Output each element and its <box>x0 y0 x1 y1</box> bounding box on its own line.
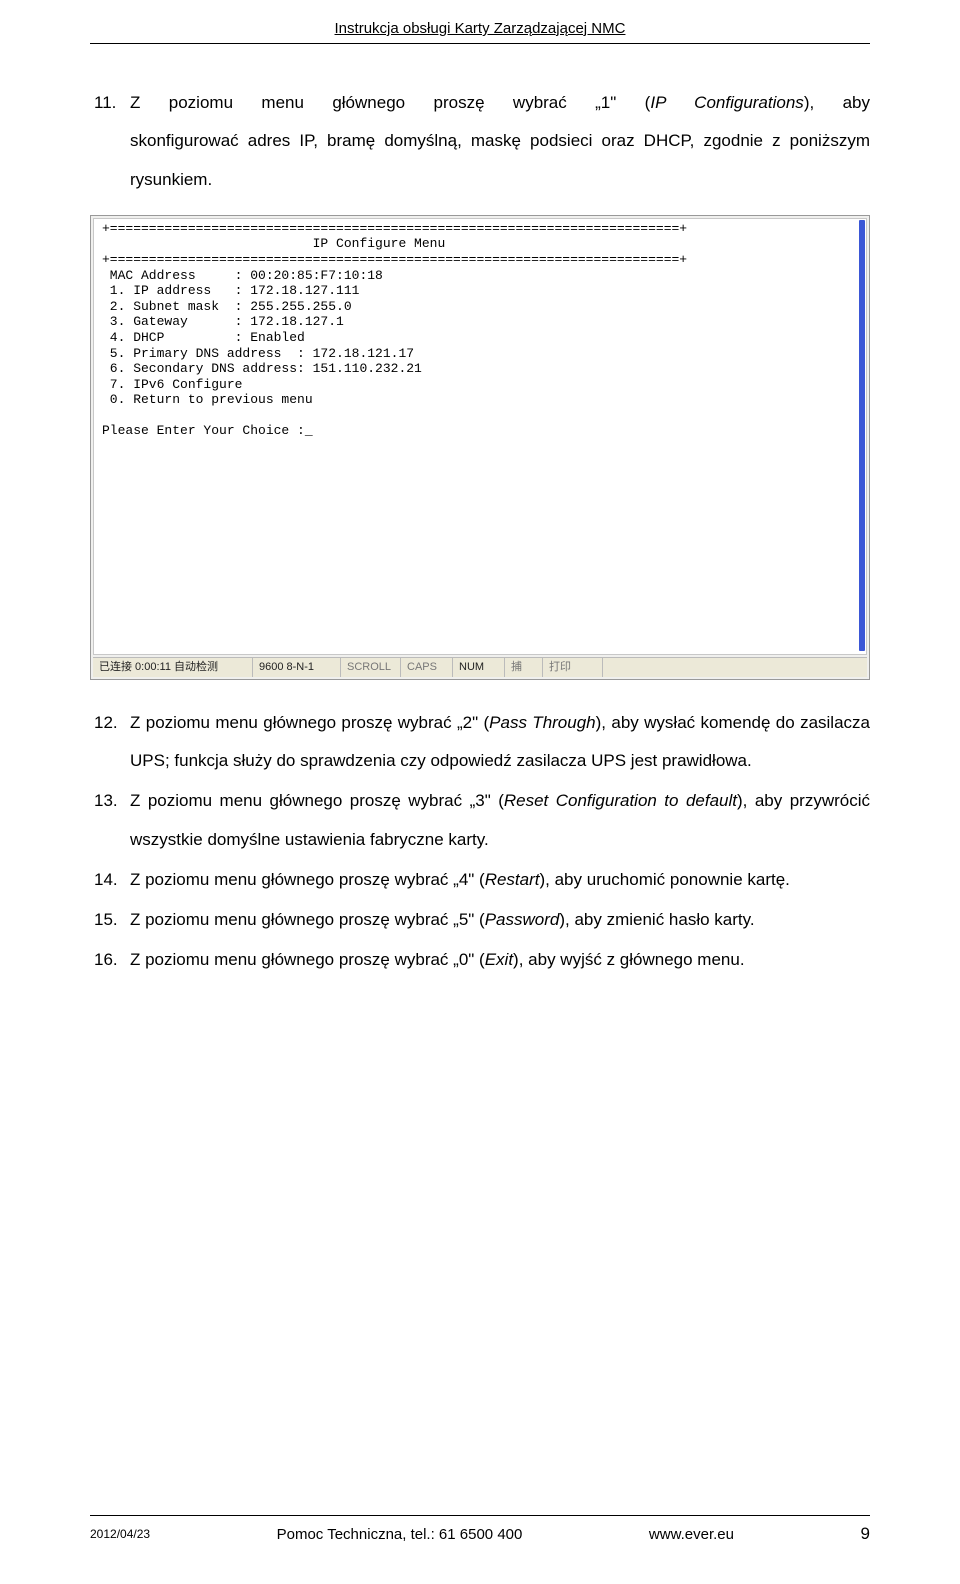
term-line: 2. Subnet mask : 255.255.255.0 <box>102 299 352 314</box>
list-text: Z poziomu menu głównego proszę wybrać „2… <box>130 704 870 781</box>
footer-date: 2012/04/23 <box>90 1527 150 1541</box>
italic-term: Restart <box>485 870 540 889</box>
term-line: IP Configure Menu <box>102 236 445 251</box>
list-text: Z poziomu menu głównego proszę wybrać „4… <box>130 861 870 899</box>
list-number: 15. <box>90 901 130 939</box>
content-body: 11. Z poziomu menu głównego proszę wybra… <box>90 44 870 980</box>
text-part: ), aby <box>804 93 870 112</box>
text-part: ), aby wyjść z głównego menu. <box>513 950 745 969</box>
term-line: +=======================================… <box>102 221 687 236</box>
terminal-screenshot: +=======================================… <box>90 215 870 680</box>
list-item-12: 12. Z poziomu menu głównego proszę wybra… <box>90 704 870 781</box>
list-item-11: 11. Z poziomu menu głównego proszę wybra… <box>90 84 870 199</box>
footer-center: Pomoc Techniczna, tel.: 61 6500 400 <box>277 1526 523 1543</box>
term-line: 1. IP address : 172.18.127.111 <box>102 283 359 298</box>
list-text: Z poziomu menu głównego proszę wybrać „1… <box>130 84 870 199</box>
list-item-13: 13. Z poziomu menu głównego proszę wybra… <box>90 782 870 859</box>
list-text: Z poziomu menu głównego proszę wybrać „3… <box>130 782 870 859</box>
list-item-15: 15. Z poziomu menu głównego proszę wybra… <box>90 901 870 939</box>
status-conn: 已连接 0:00:11 自动检测 <box>93 658 253 677</box>
text-part: Z poziomu menu głównego proszę wybrać „2… <box>130 713 489 732</box>
text-part: skonfigurować adres IP, bramę domyślną, … <box>130 122 870 199</box>
term-line: 5. Primary DNS address : 172.18.121.17 <box>102 346 414 361</box>
footer-url: www.ever.eu <box>649 1526 734 1543</box>
header-title: Instrukcja obsługi Karty Zarządzającej N… <box>90 20 870 44</box>
term-line: 7. IPv6 Configure <box>102 377 242 392</box>
term-prompt: Please Enter Your Choice :_ <box>102 423 313 438</box>
list-number: 16. <box>90 941 130 979</box>
term-line: 4. DHCP : Enabled <box>102 330 305 345</box>
terminal-inner: +=======================================… <box>93 218 867 655</box>
text-part: Z poziomu menu głównego proszę wybrać „3… <box>130 791 504 810</box>
text-part: Z poziomu menu głównego proszę wybrać „1… <box>130 93 650 112</box>
list-text: Z poziomu menu głównego proszę wybrać „0… <box>130 941 870 979</box>
italic-term: IP Configurations <box>650 93 803 112</box>
status-print: 打印 <box>543 658 603 677</box>
status-scroll: SCROLL <box>341 658 401 677</box>
term-line: MAC Address : 00:20:85:F7:10:18 <box>102 268 383 283</box>
page-number: 9 <box>861 1524 870 1544</box>
text-part: Z poziomu menu głównego proszę wybrać „5… <box>130 910 485 929</box>
status-cap2: 捕 <box>505 658 543 677</box>
list-number: 13. <box>90 782 130 859</box>
term-line: 3. Gateway : 172.18.127.1 <box>102 314 344 329</box>
scrollbar[interactable] <box>859 220 865 651</box>
page-footer: 2012/04/23 Pomoc Techniczna, tel.: 61 65… <box>90 1515 870 1544</box>
italic-term: Exit <box>485 950 513 969</box>
list-item-16: 16. Z poziomu menu głównego proszę wybra… <box>90 941 870 979</box>
status-num: NUM <box>453 658 505 677</box>
italic-term: Pass Through <box>489 713 595 732</box>
term-line: 6. Secondary DNS address: 151.110.232.21 <box>102 361 422 376</box>
list-number: 11. <box>90 84 130 199</box>
list-number: 12. <box>90 704 130 781</box>
term-line: +=======================================… <box>102 252 687 267</box>
terminal-statusbar: 已连接 0:00:11 自动检测 9600 8-N-1 SCROLL CAPS … <box>93 657 867 677</box>
list-text: Z poziomu menu głównego proszę wybrać „5… <box>130 901 870 939</box>
status-baud: 9600 8-N-1 <box>253 658 341 677</box>
italic-term: Reset Configuration to default <box>504 791 737 810</box>
text-part: ), aby uruchomić ponownie kartę. <box>540 870 790 889</box>
text-part: Z poziomu menu głównego proszę wybrać „0… <box>130 950 485 969</box>
term-line: 0. Return to previous menu <box>102 392 313 407</box>
text-part: Z poziomu menu głównego proszę wybrać „4… <box>130 870 485 889</box>
list-number: 14. <box>90 861 130 899</box>
italic-term: Password <box>485 910 560 929</box>
text-part: ), aby zmienić hasło karty. <box>559 910 754 929</box>
list-item-14: 14. Z poziomu menu głównego proszę wybra… <box>90 861 870 899</box>
status-caps: CAPS <box>401 658 453 677</box>
